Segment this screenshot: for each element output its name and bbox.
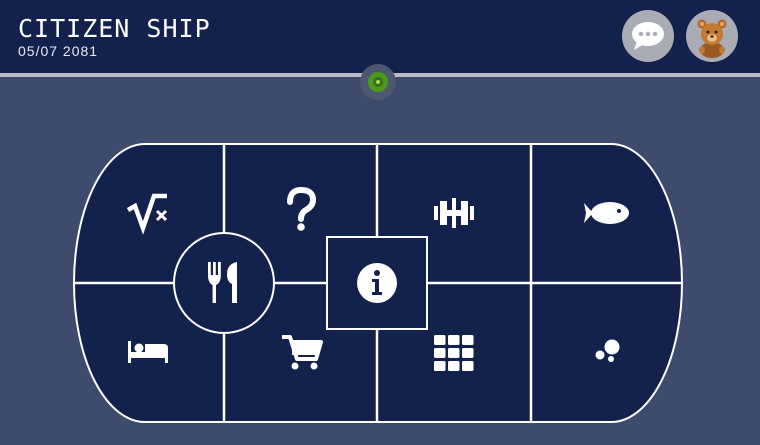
- dumbbell-icon: [434, 198, 474, 228]
- grid-icon: [434, 335, 474, 371]
- tile-food[interactable]: [173, 232, 275, 334]
- info-icon: [357, 263, 397, 303]
- tile-bubbles[interactable]: [535, 288, 675, 416]
- menu-board: [73, 143, 683, 423]
- tile-info[interactable]: [326, 236, 428, 330]
- tile-fish[interactable]: [535, 148, 675, 280]
